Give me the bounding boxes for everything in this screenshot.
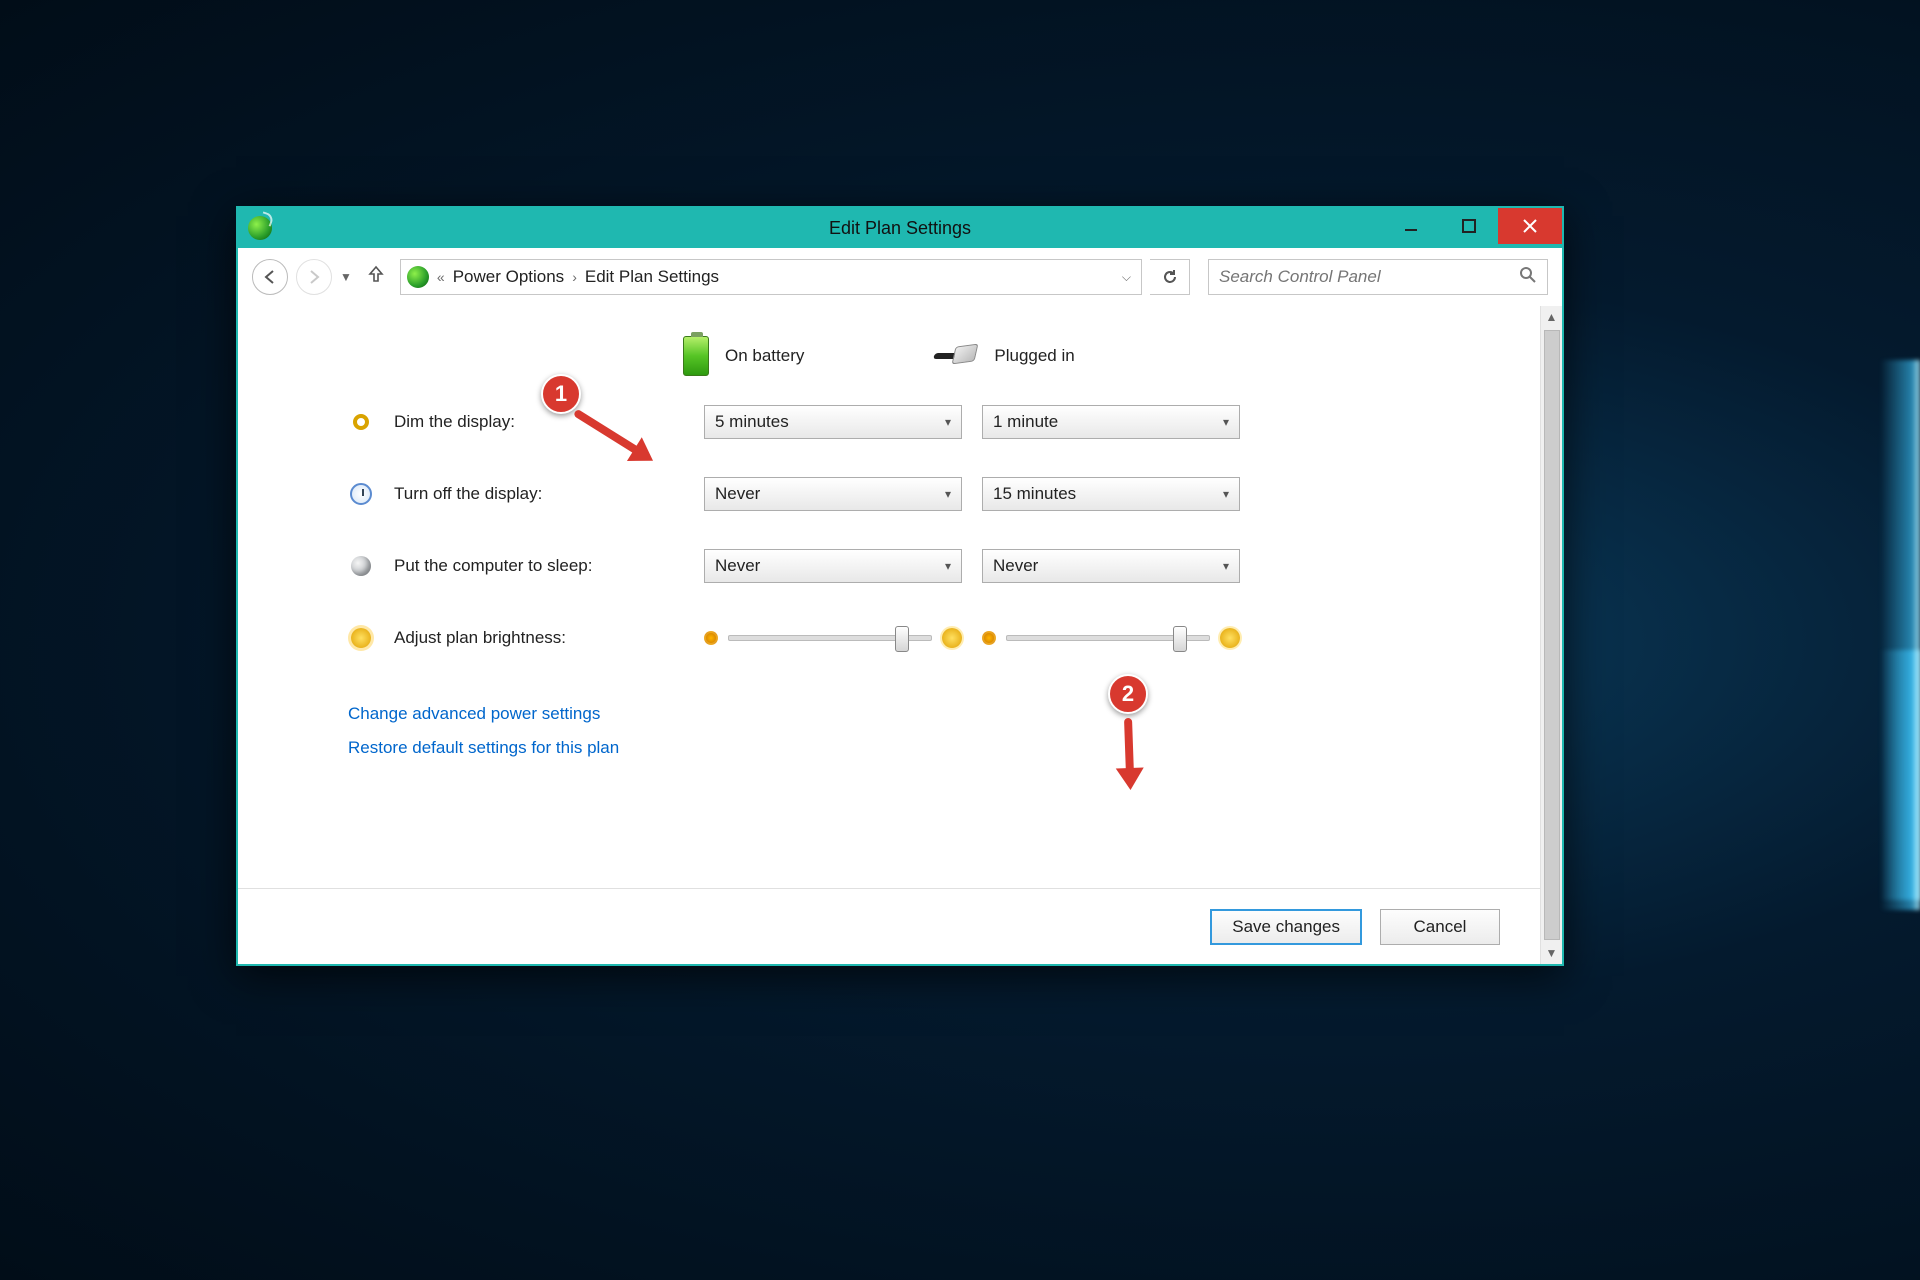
turnoff-battery-value: Never [715, 484, 760, 504]
cancel-label: Cancel [1414, 917, 1467, 937]
annotation-badge-2: 2 [1108, 674, 1148, 714]
search-icon [1519, 266, 1537, 289]
sleep-battery-value: Never [715, 556, 760, 576]
dim-ring-icon [348, 409, 374, 435]
sleep-label: Put the computer to sleep: [394, 556, 684, 576]
titlebar[interactable]: Edit Plan Settings [238, 208, 1562, 248]
on-battery-header: On battery [683, 336, 804, 376]
restore-defaults-link[interactable]: Restore default settings for this plan [348, 738, 1500, 758]
sleep-battery-select[interactable]: Never ▾ [704, 549, 962, 583]
brightness-plugged-track[interactable] [1006, 635, 1210, 641]
sleep-plugged-value: Never [993, 556, 1038, 576]
chevron-down-icon: ▾ [945, 415, 951, 429]
plugged-in-header: Plugged in [934, 345, 1074, 367]
brightness-label: Adjust plan brightness: [394, 628, 684, 648]
chevron-left-double-icon: « [437, 269, 445, 285]
turn-off-display-label: Turn off the display: [394, 484, 684, 504]
search-box[interactable] [1208, 259, 1548, 295]
plugged-in-label: Plugged in [994, 346, 1074, 366]
minimize-button[interactable] [1382, 208, 1440, 244]
brightness-plugged-thumb[interactable] [1173, 626, 1187, 652]
save-changes-button[interactable]: Save changes [1210, 909, 1362, 945]
chevron-down-icon: ▾ [945, 559, 951, 573]
moon-icon [348, 553, 374, 579]
scroll-up-icon[interactable]: ▲ [1541, 306, 1562, 328]
advanced-settings-link[interactable]: Change advanced power settings [348, 704, 1500, 724]
on-battery-label: On battery [725, 346, 804, 366]
brightness-battery-track[interactable] [728, 635, 932, 641]
settings-panel: On battery Plugged in Dim the display: 5… [238, 306, 1540, 964]
column-headers: On battery Plugged in [348, 326, 1500, 386]
chevron-down-icon: ▾ [945, 487, 951, 501]
save-changes-label: Save changes [1232, 917, 1340, 937]
scrollbar[interactable]: ▲ ▼ [1540, 306, 1562, 964]
back-button[interactable] [252, 259, 288, 295]
brightness-high-icon [942, 628, 962, 648]
battery-icon [683, 336, 709, 376]
desktop-light-decoration [1880, 650, 1920, 910]
scroll-thumb[interactable] [1544, 330, 1560, 940]
address-bar[interactable]: « Power Options › Edit Plan Settings ⌵ [400, 259, 1142, 295]
turnoff-plugged-select[interactable]: 15 minutes ▾ [982, 477, 1240, 511]
brightness-battery-slider[interactable] [704, 628, 962, 648]
maximize-button[interactable] [1440, 208, 1498, 244]
window-controls [1382, 208, 1562, 248]
brightness-battery-thumb[interactable] [895, 626, 909, 652]
brightness-row: Adjust plan brightness: [348, 602, 1500, 674]
brightness-plugged-slider[interactable] [982, 628, 1240, 648]
brightness-low-icon [704, 631, 718, 645]
search-input[interactable] [1219, 267, 1519, 287]
address-dropdown-icon[interactable]: ⌵ [1122, 270, 1135, 285]
footer-bar: Save changes Cancel [238, 888, 1540, 964]
annotation-badge-1: 1 [541, 374, 581, 414]
chevron-down-icon: ▾ [1223, 487, 1229, 501]
turnoff-battery-select[interactable]: Never ▾ [704, 477, 962, 511]
sleep-plugged-select[interactable]: Never ▾ [982, 549, 1240, 583]
sun-icon [348, 625, 374, 651]
dim-display-label: Dim the display: [394, 412, 684, 432]
power-plan-icon [407, 266, 429, 288]
brightness-low-icon [982, 631, 996, 645]
breadcrumb-edit-plan[interactable]: Edit Plan Settings [585, 267, 719, 287]
navigation-bar: ▼ « Power Options › Edit Plan Settings ⌵ [238, 248, 1562, 306]
plug-icon [934, 345, 978, 367]
cancel-button[interactable]: Cancel [1380, 909, 1500, 945]
dim-battery-value: 5 minutes [715, 412, 789, 432]
links-section: Change advanced power settings Restore d… [348, 704, 1500, 758]
refresh-button[interactable] [1150, 259, 1190, 295]
breadcrumb-power-options[interactable]: Power Options [453, 267, 565, 287]
up-button[interactable] [360, 264, 392, 290]
clock-monitor-icon [348, 481, 374, 507]
scroll-down-icon[interactable]: ▼ [1541, 942, 1562, 964]
titlebar-title: Edit Plan Settings [238, 218, 1562, 239]
dim-battery-select[interactable]: 5 minutes ▾ [704, 405, 962, 439]
content-area: On battery Plugged in Dim the display: 5… [238, 306, 1562, 964]
turnoff-plugged-value: 15 minutes [993, 484, 1076, 504]
turn-off-display-row: Turn off the display: Never ▾ 15 minutes… [348, 458, 1500, 530]
dim-plugged-value: 1 minute [993, 412, 1058, 432]
history-dropdown-icon[interactable]: ▼ [340, 270, 352, 284]
close-button[interactable] [1498, 208, 1562, 244]
forward-button[interactable] [296, 259, 332, 295]
dim-plugged-select[interactable]: 1 minute ▾ [982, 405, 1240, 439]
brightness-high-icon [1220, 628, 1240, 648]
sleep-row: Put the computer to sleep: Never ▾ Never… [348, 530, 1500, 602]
chevron-down-icon: ▾ [1223, 415, 1229, 429]
chevron-right-icon: › [572, 269, 577, 285]
edit-plan-settings-window: Edit Plan Settings ▼ « Power Opt [236, 206, 1564, 966]
chevron-down-icon: ▾ [1223, 559, 1229, 573]
dim-display-row: Dim the display: 5 minutes ▾ 1 minute ▾ [348, 386, 1500, 458]
